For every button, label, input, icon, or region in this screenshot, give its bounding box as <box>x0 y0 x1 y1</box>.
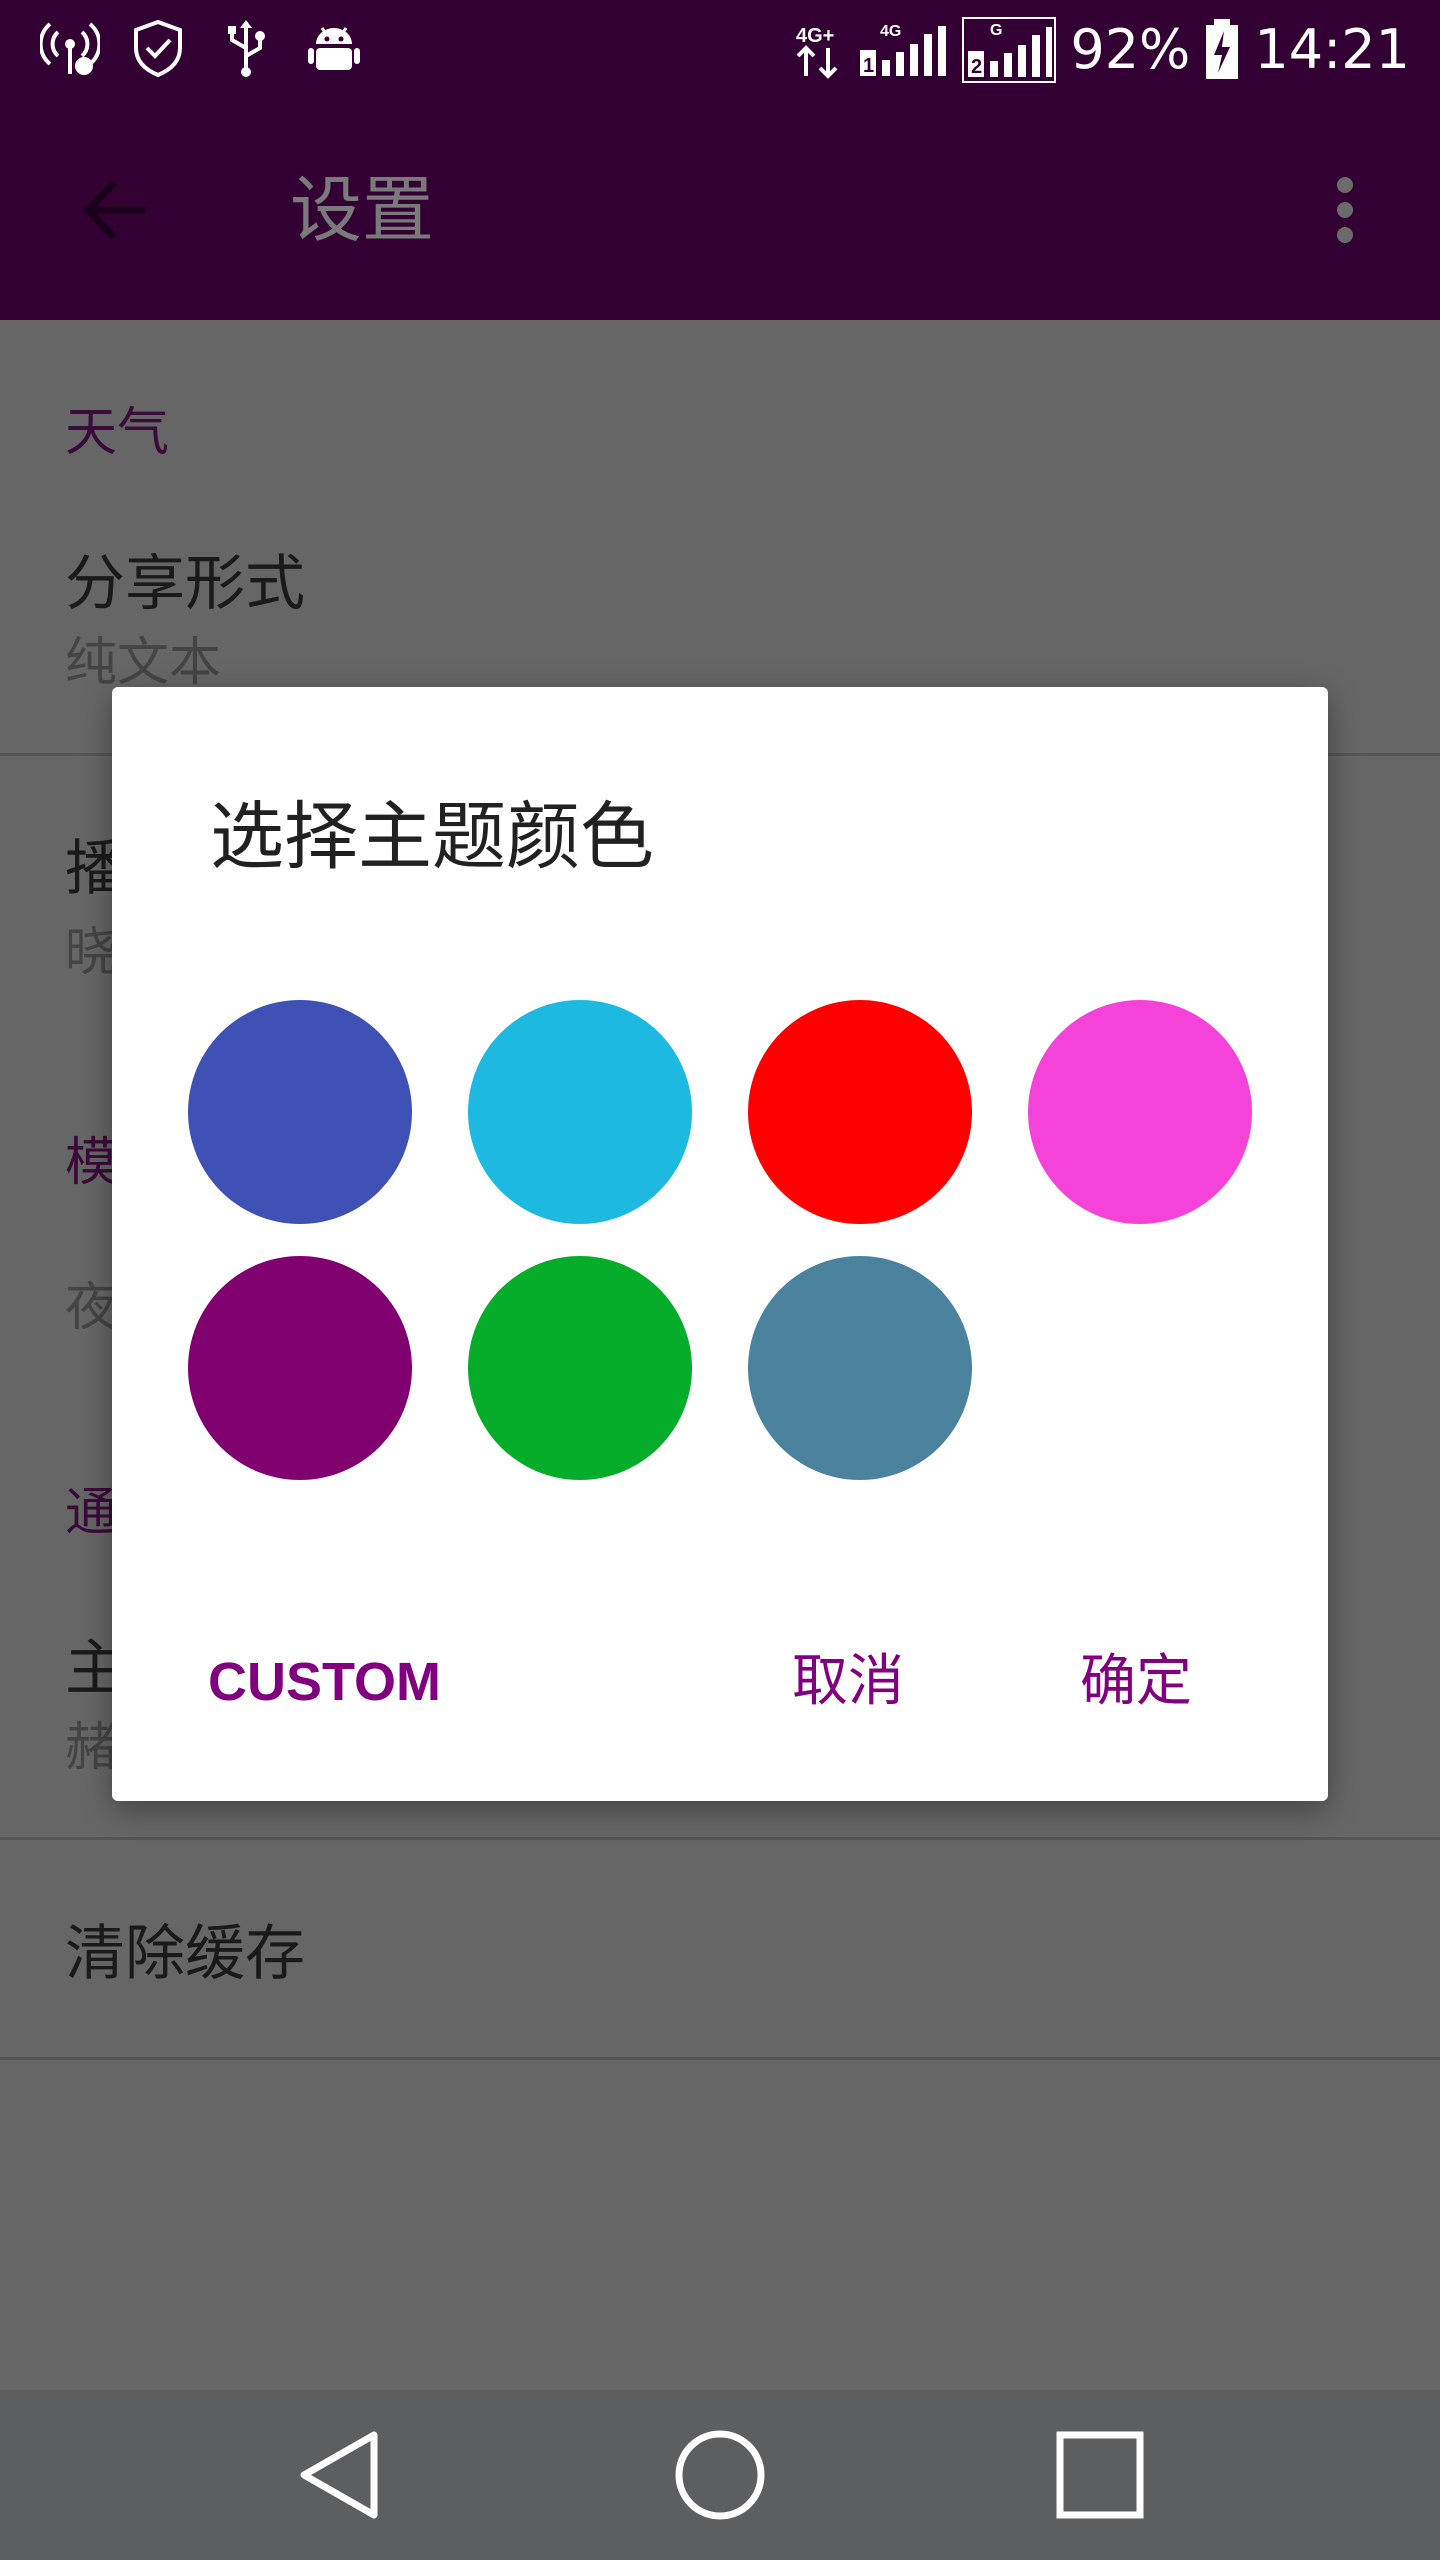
setting-title: 清除缓存 <box>65 1919 305 1989</box>
status-bar: 4G+ 4G 1 G 2 92% 14:21 <box>0 0 1440 100</box>
ok-button[interactable]: 确定 <box>1080 1642 1192 1722</box>
back-triangle-icon[interactable] <box>292 2425 392 2525</box>
theme-color-dialog: 选择主题颜色 CUSTOM 取消 确定 <box>112 687 1328 1801</box>
shield-check-icon <box>134 19 182 78</box>
section-header-mode: 模 <box>65 1133 118 1193</box>
network-label-2: 4G <box>880 23 901 40</box>
setting-subtitle: 夜 <box>65 1278 118 1338</box>
setting-subtitle: 纯文本 <box>65 633 222 693</box>
signal-sim2-icon: G 2 <box>962 17 1057 83</box>
hotspot-icon <box>40 22 100 75</box>
app-bar: 设置 <box>0 100 1440 320</box>
color-swatch-pink[interactable] <box>1028 1000 1252 1224</box>
section-header-general: 通 <box>65 1483 118 1543</box>
battery-percent: 92% <box>1070 18 1191 81</box>
signal-sim1-icon: 4G 1 <box>860 23 947 77</box>
color-swatch-green[interactable] <box>468 1256 692 1480</box>
navigation-bar <box>0 2390 1440 2560</box>
custom-button[interactable]: CUSTOM <box>208 1642 441 1722</box>
usb-icon <box>228 20 265 77</box>
section-header-weather: 天气 <box>65 403 170 463</box>
battery-charging-icon <box>1206 19 1239 79</box>
color-swatch-blue-grey[interactable] <box>748 1256 972 1480</box>
cancel-button[interactable]: 取消 <box>792 1642 904 1722</box>
color-swatch-purple[interactable] <box>188 1256 412 1480</box>
network-label-1: 4G+ <box>796 25 834 47</box>
network-4g-plus-icon: 4G+ <box>796 25 838 79</box>
setting-title: 分享形式 <box>65 549 305 619</box>
sim-label-1: 1 <box>863 55 874 77</box>
network-label-3: G <box>990 22 1002 39</box>
color-swatch-light-blue[interactable] <box>468 1000 692 1224</box>
divider <box>0 2057 1440 2060</box>
setting-subtitle: 赭 <box>65 1718 118 1778</box>
setting-subtitle: 晓 <box>65 923 118 983</box>
page-title: 设置 <box>290 168 435 252</box>
recents-square-icon[interactable] <box>1050 2425 1150 2525</box>
color-swatch-indigo[interactable] <box>188 1000 412 1224</box>
divider <box>0 1837 1440 1840</box>
android-debug-icon <box>308 27 360 70</box>
sim-label-2: 2 <box>971 56 982 78</box>
more-vert-icon[interactable] <box>1300 165 1390 255</box>
clock: 14:21 <box>1254 18 1410 81</box>
status-left-icons <box>40 18 364 78</box>
arrow-left-icon[interactable] <box>70 165 160 255</box>
color-swatch-grid <box>112 687 1328 1801</box>
home-circle-icon[interactable] <box>670 2425 770 2525</box>
color-swatch-red[interactable] <box>748 1000 972 1224</box>
status-right-icons: 4G+ 4G 1 G 2 92% 14:21 <box>794 14 1410 86</box>
